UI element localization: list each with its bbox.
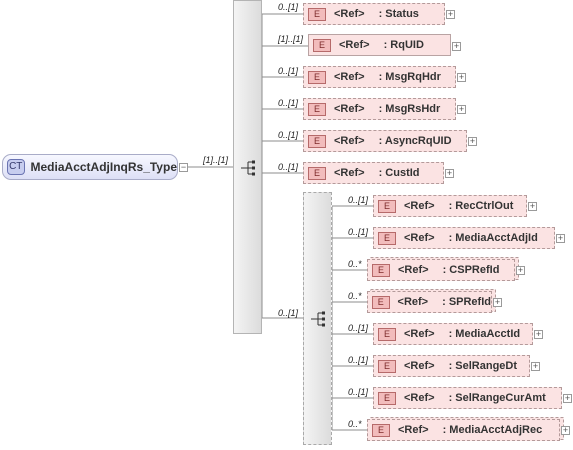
cardinality-label: [1]..[1] — [278, 34, 304, 44]
ref-label: <Ref> — [334, 135, 365, 147]
element-badge-icon: E — [378, 391, 396, 405]
element-selrangecuramt[interactable]: E <Ref> : SelRangeCurAmt — [373, 387, 562, 409]
expand-icon[interactable]: + — [516, 266, 525, 275]
element-badge-icon: E — [372, 263, 390, 277]
expand-icon[interactable]: + — [531, 362, 540, 371]
ref-label: <Ref> — [334, 71, 365, 83]
ref-label: <Ref> — [404, 360, 435, 372]
expand-icon[interactable]: + — [457, 73, 466, 82]
sequence-icon — [311, 311, 325, 327]
element-name: : MsgRsHdr — [378, 103, 441, 115]
ref-label: <Ref> — [339, 39, 370, 51]
cardinality-label: 0..[1] — [348, 387, 369, 397]
element-name: : MsgRqHdr — [378, 71, 441, 83]
cardinality-label: 0..[1] — [348, 227, 369, 237]
element-badge-icon: E — [378, 327, 396, 341]
root-complex-type[interactable]: CT MediaAcctAdjInqRs_Type — [2, 154, 178, 180]
element-mediaacctid[interactable]: E <Ref> : MediaAcctId — [373, 323, 533, 345]
element-badge-icon: E — [378, 199, 396, 213]
ref-label: <Ref> — [334, 167, 365, 179]
element-badge-icon: E — [313, 38, 331, 52]
ref-label: <Ref> — [398, 264, 429, 276]
element-badge-icon: E — [378, 359, 396, 373]
inner-sequence-cardinality: 0..[1] — [278, 308, 299, 318]
expand-icon[interactable]: + — [561, 426, 570, 435]
element-msgrshdr[interactable]: E <Ref> : MsgRsHdr — [303, 98, 456, 120]
element-name: : SelRangeCurAmt — [448, 392, 546, 404]
expand-icon[interactable]: + — [556, 234, 565, 243]
ref-label: <Ref> — [404, 392, 435, 404]
ref-label: <Ref> — [404, 328, 435, 340]
element-badge-icon: E — [378, 231, 396, 245]
element-msgrqhdr[interactable]: E <Ref> : MsgRqHdr — [303, 66, 456, 88]
element-csprefid[interactable]: E <Ref> : CSPRefId — [367, 259, 515, 281]
expand-icon[interactable]: + — [468, 137, 477, 146]
ref-label: <Ref> — [334, 103, 365, 115]
cardinality-label: 0..[1] — [278, 162, 299, 172]
cardinality-label: 0..[1] — [278, 130, 299, 140]
element-name: : SPRefId — [442, 296, 491, 308]
element-name: : SelRangeDt — [448, 360, 518, 372]
element-badge-icon: E — [372, 423, 390, 437]
expand-root-icon[interactable]: − — [179, 163, 188, 172]
element-name: : MediaAcctAdjId — [448, 232, 538, 244]
ref-label: <Ref> — [334, 8, 365, 20]
cardinality-label: 0..[1] — [348, 355, 369, 365]
expand-icon[interactable]: + — [563, 394, 572, 403]
cardinality-label: 0..* — [348, 419, 362, 429]
element-rquid[interactable]: E <Ref> : RqUID — [308, 34, 451, 56]
cardinality-label: 0..[1] — [348, 323, 369, 333]
element-name: : Status — [378, 8, 419, 20]
element-badge-icon: E — [308, 70, 326, 84]
cardinality-label: 0..[1] — [348, 195, 369, 205]
root-type-name: MediaAcctAdjInqRs_Type — [30, 160, 177, 174]
element-badge-icon: E — [308, 7, 326, 21]
expand-icon[interactable]: + — [452, 42, 461, 51]
sequence-icon — [241, 160, 255, 176]
element-name: : CustId — [378, 167, 420, 179]
element-status[interactable]: E <Ref> : Status — [303, 3, 445, 25]
element-badge-icon: E — [308, 134, 326, 148]
element-asyncrquid[interactable]: E <Ref> : AsyncRqUID — [303, 130, 467, 152]
expand-icon[interactable]: + — [445, 169, 454, 178]
element-name: : CSPRefId — [442, 264, 500, 276]
expand-icon[interactable]: + — [534, 330, 543, 339]
cardinality-label: 0..[1] — [278, 98, 299, 108]
cardinality-label: 0..* — [348, 259, 362, 269]
ref-label: <Ref> — [404, 200, 435, 212]
element-name: : MediaAcctAdjRec — [442, 424, 543, 436]
element-mediaacctadjrec[interactable]: E <Ref> : MediaAcctAdjRec — [367, 419, 560, 441]
cardinality-label: 0..[1] — [278, 2, 299, 12]
element-badge-icon: E — [372, 295, 390, 309]
expand-icon[interactable]: + — [446, 10, 455, 19]
ref-label: <Ref> — [404, 232, 435, 244]
element-name: : RqUID — [383, 39, 424, 51]
expand-icon[interactable]: + — [528, 202, 537, 211]
cardinality-label: 0..[1] — [278, 66, 299, 76]
element-badge-icon: E — [308, 102, 326, 116]
complex-type-badge: CT — [7, 159, 25, 175]
element-name: : AsyncRqUID — [378, 135, 452, 147]
expand-icon[interactable]: + — [493, 298, 502, 307]
element-recctrlout[interactable]: E <Ref> : RecCtrlOut — [373, 195, 527, 217]
element-badge-icon: E — [308, 166, 326, 180]
expand-icon[interactable]: + — [457, 105, 466, 114]
element-name: : MediaAcctId — [448, 328, 521, 340]
element-mediaacctadjid[interactable]: E <Ref> : MediaAcctAdjId — [373, 227, 555, 249]
ref-label: <Ref> — [398, 424, 429, 436]
element-name: : RecCtrlOut — [448, 200, 514, 212]
ref-label: <Ref> — [397, 296, 429, 308]
element-sprefid[interactable]: E <Ref> : SPRefId — [367, 291, 492, 313]
root-cardinality: [1]..[1] — [203, 155, 229, 165]
cardinality-label: 0..* — [348, 291, 362, 301]
element-selrangedt[interactable]: E <Ref> : SelRangeDt — [373, 355, 530, 377]
element-custid[interactable]: E <Ref> : CustId — [303, 162, 444, 184]
